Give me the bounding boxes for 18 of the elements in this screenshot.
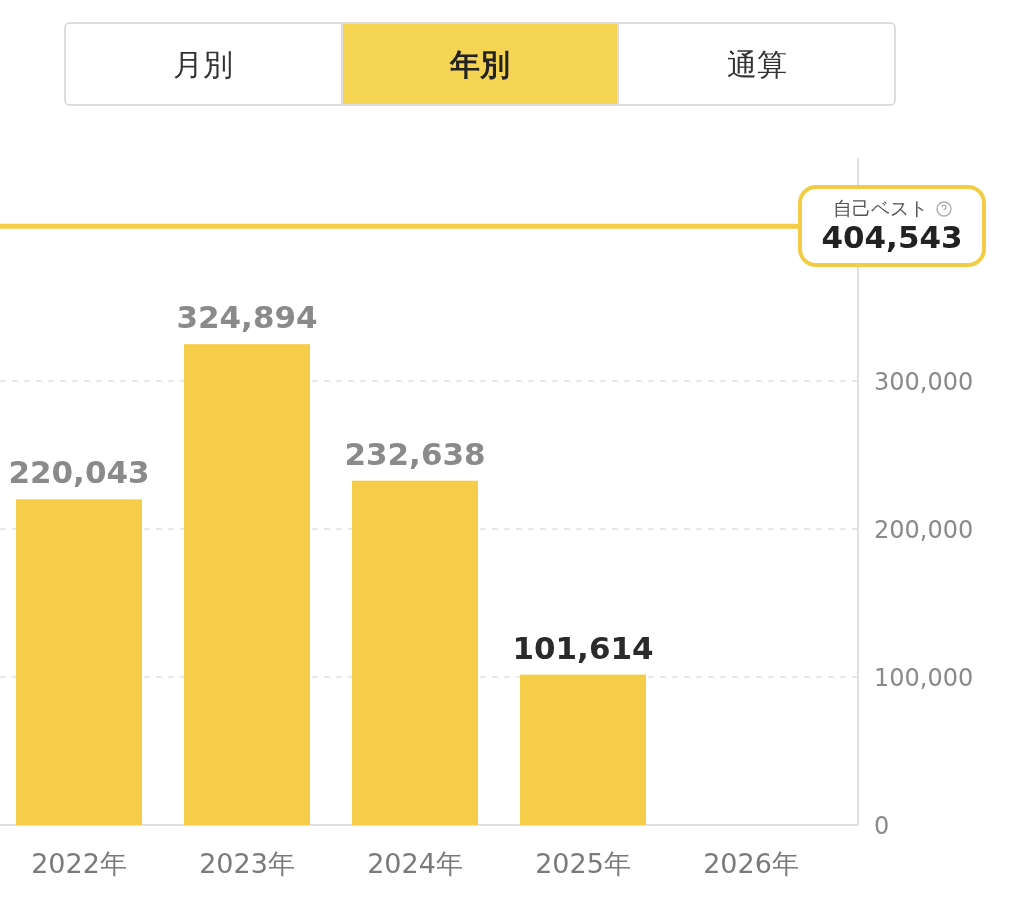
y-tick-label: 300,000 xyxy=(874,368,974,396)
segment-tab[interactable]: 年別 xyxy=(340,24,618,104)
badge-value: 404,543 xyxy=(821,222,963,254)
bar-value-label: 324,894 xyxy=(176,299,318,336)
year-label: 2023年 xyxy=(199,848,295,879)
y-tick-label: 200,000 xyxy=(874,516,974,544)
badge-label: 自己ベスト xyxy=(832,199,928,219)
help-icon xyxy=(935,200,952,217)
year-label: 2024年 xyxy=(367,848,463,879)
bar-value-label: 220,043 xyxy=(8,454,150,491)
y-tick-label: 100,000 xyxy=(874,664,974,692)
bar-value-label: 101,614 xyxy=(512,629,654,666)
year-label: 2022年 xyxy=(31,848,127,879)
year-label: 2026年 xyxy=(703,848,799,879)
segment-tab[interactable]: 通算 xyxy=(617,24,894,104)
y-tick-label: 0 xyxy=(874,812,890,840)
year-label: 2025年 xyxy=(535,848,631,879)
bar-value-label: 232,638 xyxy=(344,435,486,472)
